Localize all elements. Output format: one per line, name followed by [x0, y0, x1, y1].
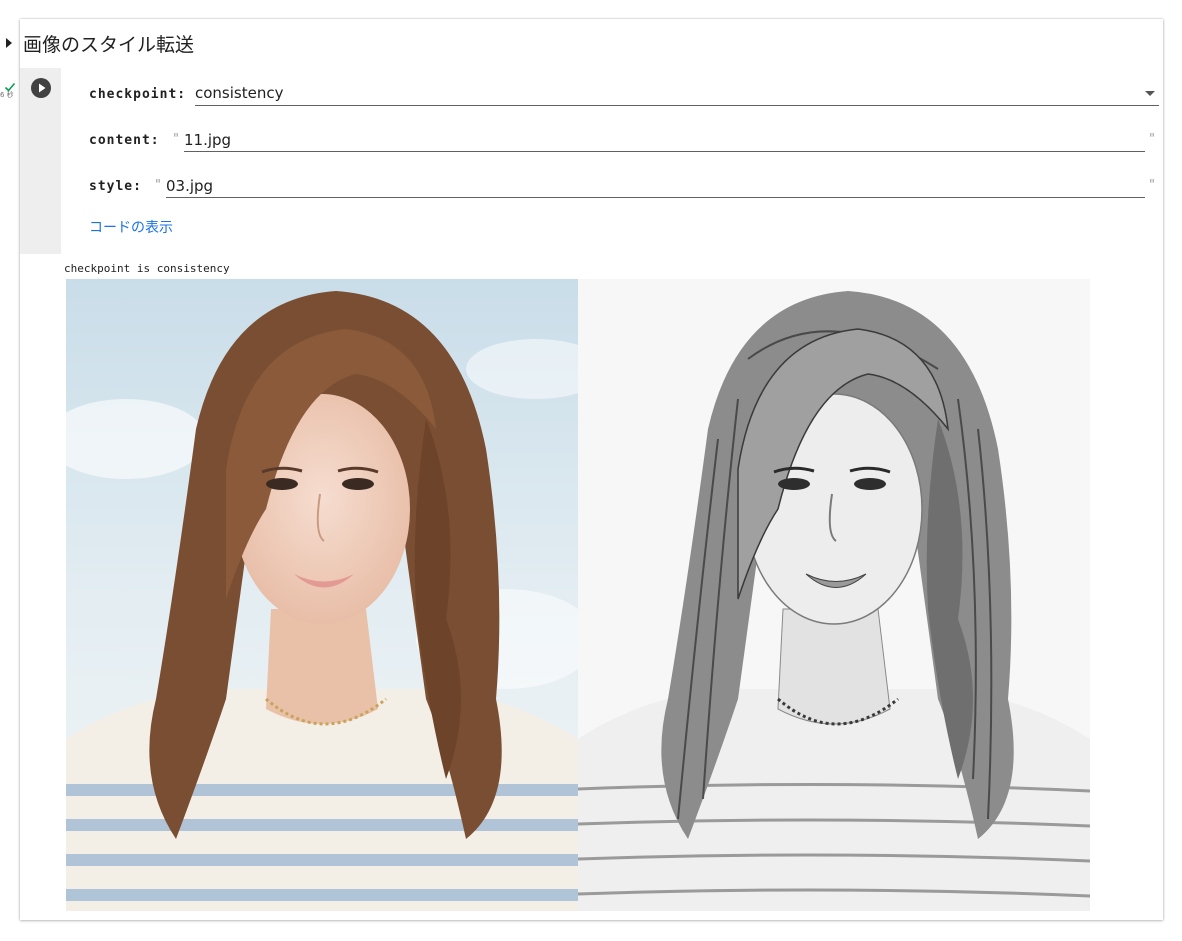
close-quote: " — [1149, 178, 1155, 193]
style-input[interactable] — [166, 177, 1145, 195]
style-input-field[interactable] — [166, 171, 1145, 198]
checkpoint-row: checkpoint: consistency — [89, 78, 1161, 106]
chevron-down-icon[interactable] — [1145, 91, 1155, 96]
content-image — [66, 279, 578, 911]
run-panel — [20, 68, 61, 254]
content-label: content: — [89, 133, 160, 148]
execution-time: 6 秒 — [0, 91, 14, 99]
content-row: content: " " — [89, 124, 1161, 152]
play-icon — [39, 83, 46, 93]
show-code-link[interactable]: コードの表示 — [89, 217, 173, 237]
section-header[interactable]: 画像のスタイル転送 — [5, 28, 194, 58]
stylized-image — [578, 279, 1090, 911]
style-row: style: " " — [89, 170, 1161, 198]
content-input-field[interactable] — [184, 125, 1145, 152]
checkpoint-select[interactable]: consistency — [195, 79, 1159, 106]
caret-right-icon[interactable] — [5, 36, 15, 50]
output-text: checkpoint is consistency — [64, 262, 230, 275]
content-input[interactable] — [184, 131, 1145, 149]
check-icon — [4, 78, 16, 92]
open-quote: " — [155, 178, 161, 193]
open-quote: " — [173, 132, 179, 147]
checkpoint-label: checkpoint: — [89, 87, 187, 102]
run-cell-button[interactable] — [31, 78, 51, 98]
checkpoint-value: consistency — [195, 84, 284, 102]
execution-status: 6 秒 — [0, 78, 18, 108]
style-label: style: — [89, 179, 142, 194]
close-quote: " — [1149, 132, 1155, 147]
section-title: 画像のスタイル転送 — [23, 33, 195, 56]
